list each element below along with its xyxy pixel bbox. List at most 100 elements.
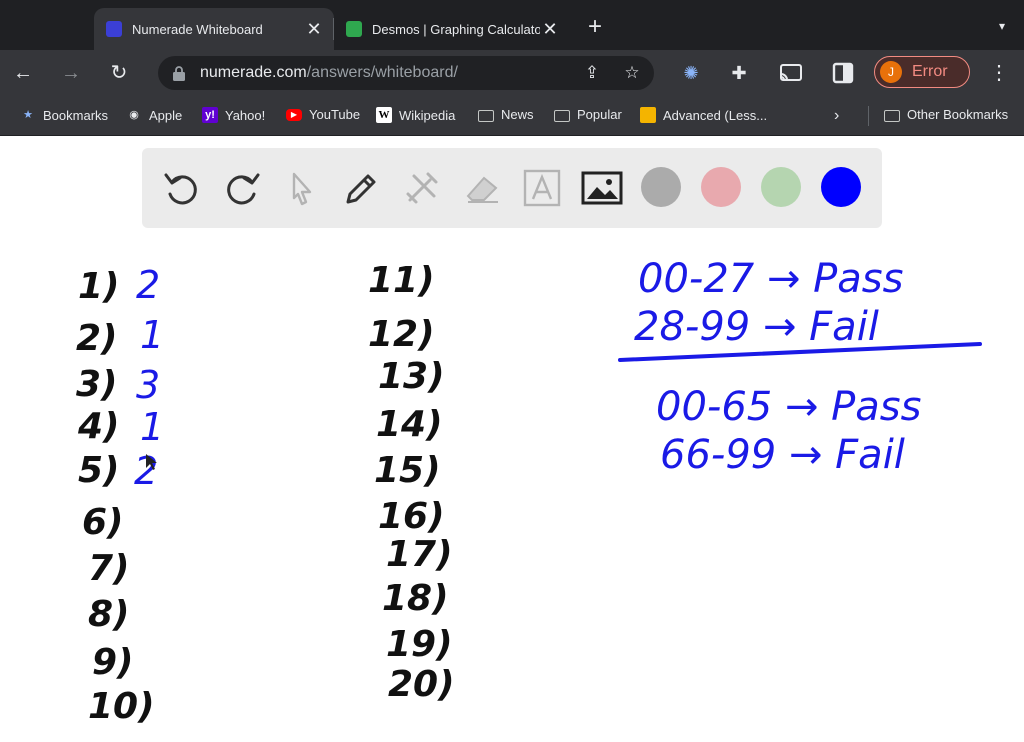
advanced-icon [640,107,656,123]
bookmark-label: YouTube [309,107,361,122]
folder-icon [884,109,900,122]
tab-numerade-whiteboard[interactable]: Numerade Whiteboard ✕ [94,8,334,50]
puzzle-extensions-icon[interactable]: ✚ [726,60,752,86]
note-line: 00-65 → Pass [656,384,922,430]
left-item-label: 8) [88,594,130,635]
bookmark-yahoo[interactable]: y! Yahoo! [202,107,265,123]
bookmarks-bar: ★ Bookmarks ◉ Apple y! Yahoo! ▶ YouTube W Wik… [0,96,1024,136]
bookmark-label: Advanced (Less... [663,107,768,123]
close-tab-icon[interactable]: ✕ [304,19,324,40]
profile-button[interactable]: J Error [874,56,970,88]
bookmark-label: Popular [577,107,622,122]
left-item-label: 5) [78,450,120,491]
forward-arrow-icon[interactable]: → [56,58,86,88]
youtube-icon: ▶ [286,108,302,121]
new-tab-icon[interactable]: + [582,12,608,42]
left-item-label: 1) [78,266,120,307]
left-item-label: 4) [77,406,120,447]
address-bar[interactable]: numerade.com/answers/whiteboard/ ⇪ ☆ [158,56,654,90]
bookmark-label: Other Bookmarks [907,107,1009,122]
bookmark-advanced[interactable]: Advanced (Less... [640,107,767,123]
note-line: 28-99 → Fail [634,304,879,350]
tab-title: Desmos | Graphing Calculator [372,21,540,37]
star-bookmark-icon[interactable]: ☆ [620,61,644,85]
reload-icon[interactable]: ↻ [104,58,134,88]
url-text: numerade.com/answers/whiteboard/ [200,64,458,81]
bookmark-youtube[interactable]: ▶ YouTube [286,107,360,122]
right-item-label: 19) [386,624,453,665]
bookmark-label: Wikipedia [399,107,456,123]
tab-strip: Numerade Whiteboard ✕ Desmos | Graphing … [0,0,1024,50]
kebab-menu-icon[interactable]: ⋮ [986,60,1012,86]
left-item-answer: 2 [136,263,160,307]
right-item-label: 14) [376,404,443,445]
bookmarks-divider [868,106,869,126]
image-icon[interactable] [580,166,624,210]
color-swatch-gray[interactable] [641,167,681,207]
bookmark-popular[interactable]: Popular [554,107,622,122]
right-item-label: 15) [374,450,441,491]
whiteboard-canvas[interactable]: 1) 2) 3) 4) 5) 6) 7) 8) 9) 10) 2 1 3 1 2… [0,236,1024,742]
lock-icon [173,66,185,81]
bookmark-bookmarks[interactable]: ★ Bookmarks [20,107,108,123]
pen-icon[interactable] [340,166,384,210]
chevron-right-icon[interactable]: › [834,107,839,125]
side-panel-icon[interactable] [830,60,856,86]
note-line: 00-27 → Pass [638,256,904,302]
left-item-label: 2) [76,318,118,359]
bookmark-news[interactable]: News [478,107,534,122]
profile-status: Error [912,63,948,80]
bookmark-other[interactable]: Other Bookmarks [884,107,1008,122]
redo-icon[interactable] [220,166,264,210]
whiteboard-toolbar [142,148,882,228]
wikipedia-icon: W [376,107,392,123]
text-icon[interactable] [520,166,564,210]
yahoo-icon: y! [202,107,218,123]
bookmark-wikipedia[interactable]: W Wikipedia [376,107,455,123]
star-icon: ★ [23,109,33,121]
note-line: 66-99 → Fail [660,432,905,478]
cast-icon[interactable] [778,60,804,86]
left-item-answer: 1 [140,405,164,449]
bookmark-label: News [501,107,534,122]
apple-icon: ◉ [129,109,139,121]
color-swatch-green[interactable] [761,167,801,207]
right-item-label: 16) [378,496,445,537]
browser-toolbar: ← → ↻ numerade.com/answers/whiteboard/ ⇪… [0,50,1024,96]
bookmark-label: Bookmarks [43,107,109,123]
folder-icon [478,109,494,122]
left-item-label: 6) [82,502,124,543]
tab-desmos[interactable]: Desmos | Graphing Calculator ✕ [334,8,570,50]
select-pointer-icon[interactable] [280,166,324,210]
left-item-label: 9) [92,642,134,683]
right-item-label: 18) [382,578,449,619]
right-item-label: 12) [368,314,435,355]
left-item-answer: 1 [140,313,164,357]
back-arrow-icon[interactable]: ← [8,58,38,88]
right-item-label: 13) [378,356,445,397]
eraser-icon[interactable] [460,166,504,210]
undo-icon[interactable] [160,166,204,210]
bookmark-label: Apple [149,107,183,123]
desmos-icon [346,21,362,37]
bookmark-apple[interactable]: ◉ Apple [126,107,182,123]
left-item-answer: 3 [136,363,160,407]
bookmark-label: Yahoo! [225,107,266,123]
share-icon[interactable]: ⇪ [580,61,604,85]
left-item-label: 3) [76,364,118,405]
folder-icon [554,109,570,122]
right-item-label: 11) [368,260,435,301]
numerade-icon [106,21,122,37]
chevron-down-icon[interactable]: ▾ [992,14,1012,38]
color-swatch-blue[interactable] [821,167,861,207]
avatar: J [880,61,902,83]
left-item-label: 10) [88,686,155,727]
left-item-label: 7) [88,548,130,589]
extension-gear-icon[interactable]: ✺ [678,60,704,86]
right-item-label: 17) [386,534,453,575]
right-item-label: 20) [388,664,455,705]
color-swatch-pink[interactable] [701,167,741,207]
close-tab-icon[interactable]: ✕ [540,19,560,40]
tools-icon[interactable] [400,166,444,210]
tab-title: Numerade Whiteboard [132,21,263,37]
